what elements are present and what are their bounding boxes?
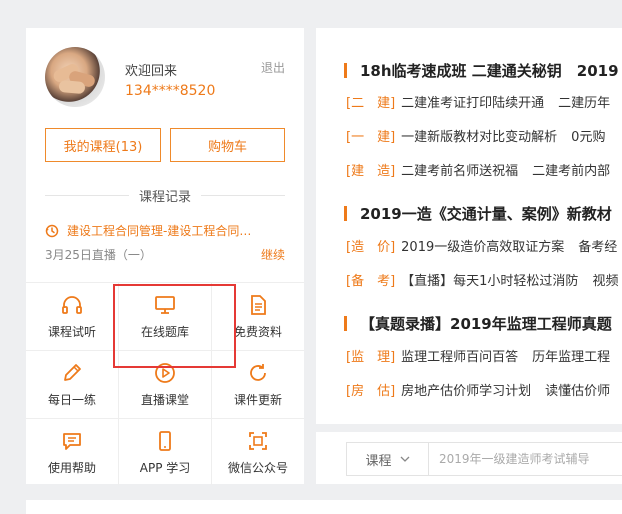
headphones-icon: [62, 296, 82, 314]
news-row: [一 建] 一建新版教材对比变动解析 0元购: [346, 126, 619, 145]
chat-icon: [63, 433, 81, 450]
news-link[interactable]: 二建历年: [558, 92, 610, 111]
news-link[interactable]: 读懂估价师: [545, 380, 610, 399]
scan-icon: [249, 432, 267, 450]
menu-label: 直播课堂: [140, 393, 189, 407]
search-category-label: 课程: [365, 453, 392, 469]
news-tag[interactable]: [一 建]: [346, 126, 395, 145]
logout-link[interactable]: 退出: [261, 59, 285, 76]
news-link[interactable]: 二建考前内部: [532, 160, 610, 179]
news-section-title[interactable]: 18h临考速成班 二建通关秘钥 2019: [344, 60, 619, 81]
title-bar: [344, 63, 347, 78]
news-tag[interactable]: [房 估]: [346, 380, 395, 399]
news-tag[interactable]: [建 造]: [346, 160, 395, 179]
news-link[interactable]: 二建考前名师送祝福: [401, 160, 518, 179]
section-title-text: 2019一造《交通计量、案例》新教材: [360, 205, 612, 223]
title-bar: [344, 316, 347, 331]
menu-help[interactable]: 使用帮助: [26, 419, 118, 486]
news-link[interactable]: 房地产估价师学习计划: [401, 380, 531, 399]
news-link[interactable]: 二建准考证打印陆续开通: [401, 92, 544, 111]
my-courses-button[interactable]: 我的课程(13): [45, 128, 161, 162]
menu-live-class[interactable]: 直播课堂: [119, 351, 211, 418]
news-link[interactable]: 一建新版教材对比变动解析: [401, 126, 557, 145]
news-link[interactable]: 备考经: [578, 236, 617, 255]
news-link[interactable]: 【直播】每天1小时轻松过消防: [401, 270, 578, 289]
user-phone: 134****8520: [125, 83, 216, 99]
news-tag[interactable]: [备 考]: [346, 270, 395, 289]
refresh-icon: [250, 364, 266, 381]
news-link[interactable]: 监理工程师百问百答: [401, 346, 518, 365]
news-link[interactable]: 2019一级造价高效取证方案: [401, 236, 564, 255]
news-section-title[interactable]: 【真题录播】2019年监理工程师真题: [344, 313, 612, 334]
avatar-hand-shape: [58, 79, 86, 95]
news-section-title[interactable]: 2019一造《交通计量、案例》新教材: [344, 203, 612, 224]
news-link[interactable]: 视频: [592, 270, 618, 289]
divider: [45, 195, 129, 196]
news-tag[interactable]: [监 理]: [346, 346, 395, 365]
chevron-down-icon: [400, 456, 409, 462]
menu-free-materials[interactable]: 免费资料: [212, 283, 304, 350]
bottom-panel: [26, 500, 622, 514]
menu-label: 免费资料: [233, 325, 282, 339]
document-icon: [251, 295, 266, 315]
menu-label: 课程试听: [47, 325, 96, 339]
news-row: [房 估] 房地产估价师学习计划 读懂估价师: [346, 380, 622, 399]
menu-question-bank[interactable]: 在线题库: [119, 283, 211, 350]
news-tag[interactable]: [造 价]: [346, 236, 395, 255]
phone-icon: [159, 431, 171, 451]
welcome-text: 欢迎回来: [125, 64, 178, 79]
menu-label: 在线题库: [140, 325, 189, 339]
record-date: 3月25日直播（一）: [45, 248, 152, 262]
menu-label: APP 学习: [139, 461, 191, 475]
continue-link[interactable]: 继续: [261, 246, 285, 263]
search-panel: 课程: [316, 432, 622, 484]
search-category-select[interactable]: 课程: [347, 443, 429, 475]
user-panel: 欢迎回来 134****8520 退出 我的课程(13) 购物车 课程记录 建设…: [26, 28, 304, 486]
title-bar: [344, 206, 347, 221]
news-link[interactable]: 0元购: [571, 126, 605, 145]
search-input[interactable]: [429, 443, 622, 475]
record-item[interactable]: 建设工程合同管理-建设工程合同…: [45, 222, 285, 239]
menu-daily-practice[interactable]: 每日一练: [26, 351, 118, 418]
section-title-text: 【真题录播】2019年监理工程师真题: [360, 315, 612, 333]
news-tag[interactable]: [二 建]: [346, 92, 395, 111]
news-row: [造 价] 2019一级造价高效取证方案 备考经: [346, 236, 622, 255]
menu-label: 课件更新: [233, 393, 282, 407]
menu-label: 使用帮助: [47, 461, 96, 475]
news-row: [监 理] 监理工程师百问百答 历年监理工程: [346, 346, 622, 365]
divider: [201, 195, 286, 196]
menu-label: 微信公众号: [227, 461, 288, 475]
news-row: [建 造] 二建考前名师送祝福 二建考前内部: [346, 160, 622, 179]
history-icon: [45, 224, 59, 237]
news-row: [二 建] 二建准考证打印陆续开通 二建历年: [346, 92, 622, 111]
avatar[interactable]: [45, 47, 105, 107]
record-course-link[interactable]: 建设工程合同管理-建设工程合同…: [67, 222, 251, 239]
cart-button[interactable]: 购物车: [170, 128, 285, 162]
course-record-title: 课程记录: [139, 190, 192, 205]
monitor-icon: [155, 296, 175, 314]
play-icon: [155, 363, 175, 383]
menu-courseware-update[interactable]: 课件更新: [212, 351, 304, 418]
quick-menu-grid: 课程试听 在线题库 免费资料 每日一练 直播课堂 课件更新 使用帮助 APP 学…: [26, 282, 304, 486]
section-title-text: 18h临考速成班 二建通关秘钥 2019: [360, 62, 619, 80]
news-panel: 18h临考速成班 二建通关秘钥 2019 [二 建] 二建准考证打印陆续开通 二…: [316, 28, 622, 424]
course-record-header: 课程记录: [45, 186, 286, 205]
menu-wechat[interactable]: 微信公众号: [212, 419, 304, 486]
menu-app-study[interactable]: APP 学习: [119, 419, 211, 486]
news-link[interactable]: 历年监理工程: [532, 346, 610, 365]
menu-course-preview[interactable]: 课程试听: [26, 283, 118, 350]
menu-label: 每日一练: [47, 393, 96, 407]
pencil-icon: [64, 364, 81, 381]
search-box: 课程: [346, 442, 622, 476]
news-row: [备 考] 【直播】每天1小时轻松过消防 视频: [346, 270, 622, 289]
